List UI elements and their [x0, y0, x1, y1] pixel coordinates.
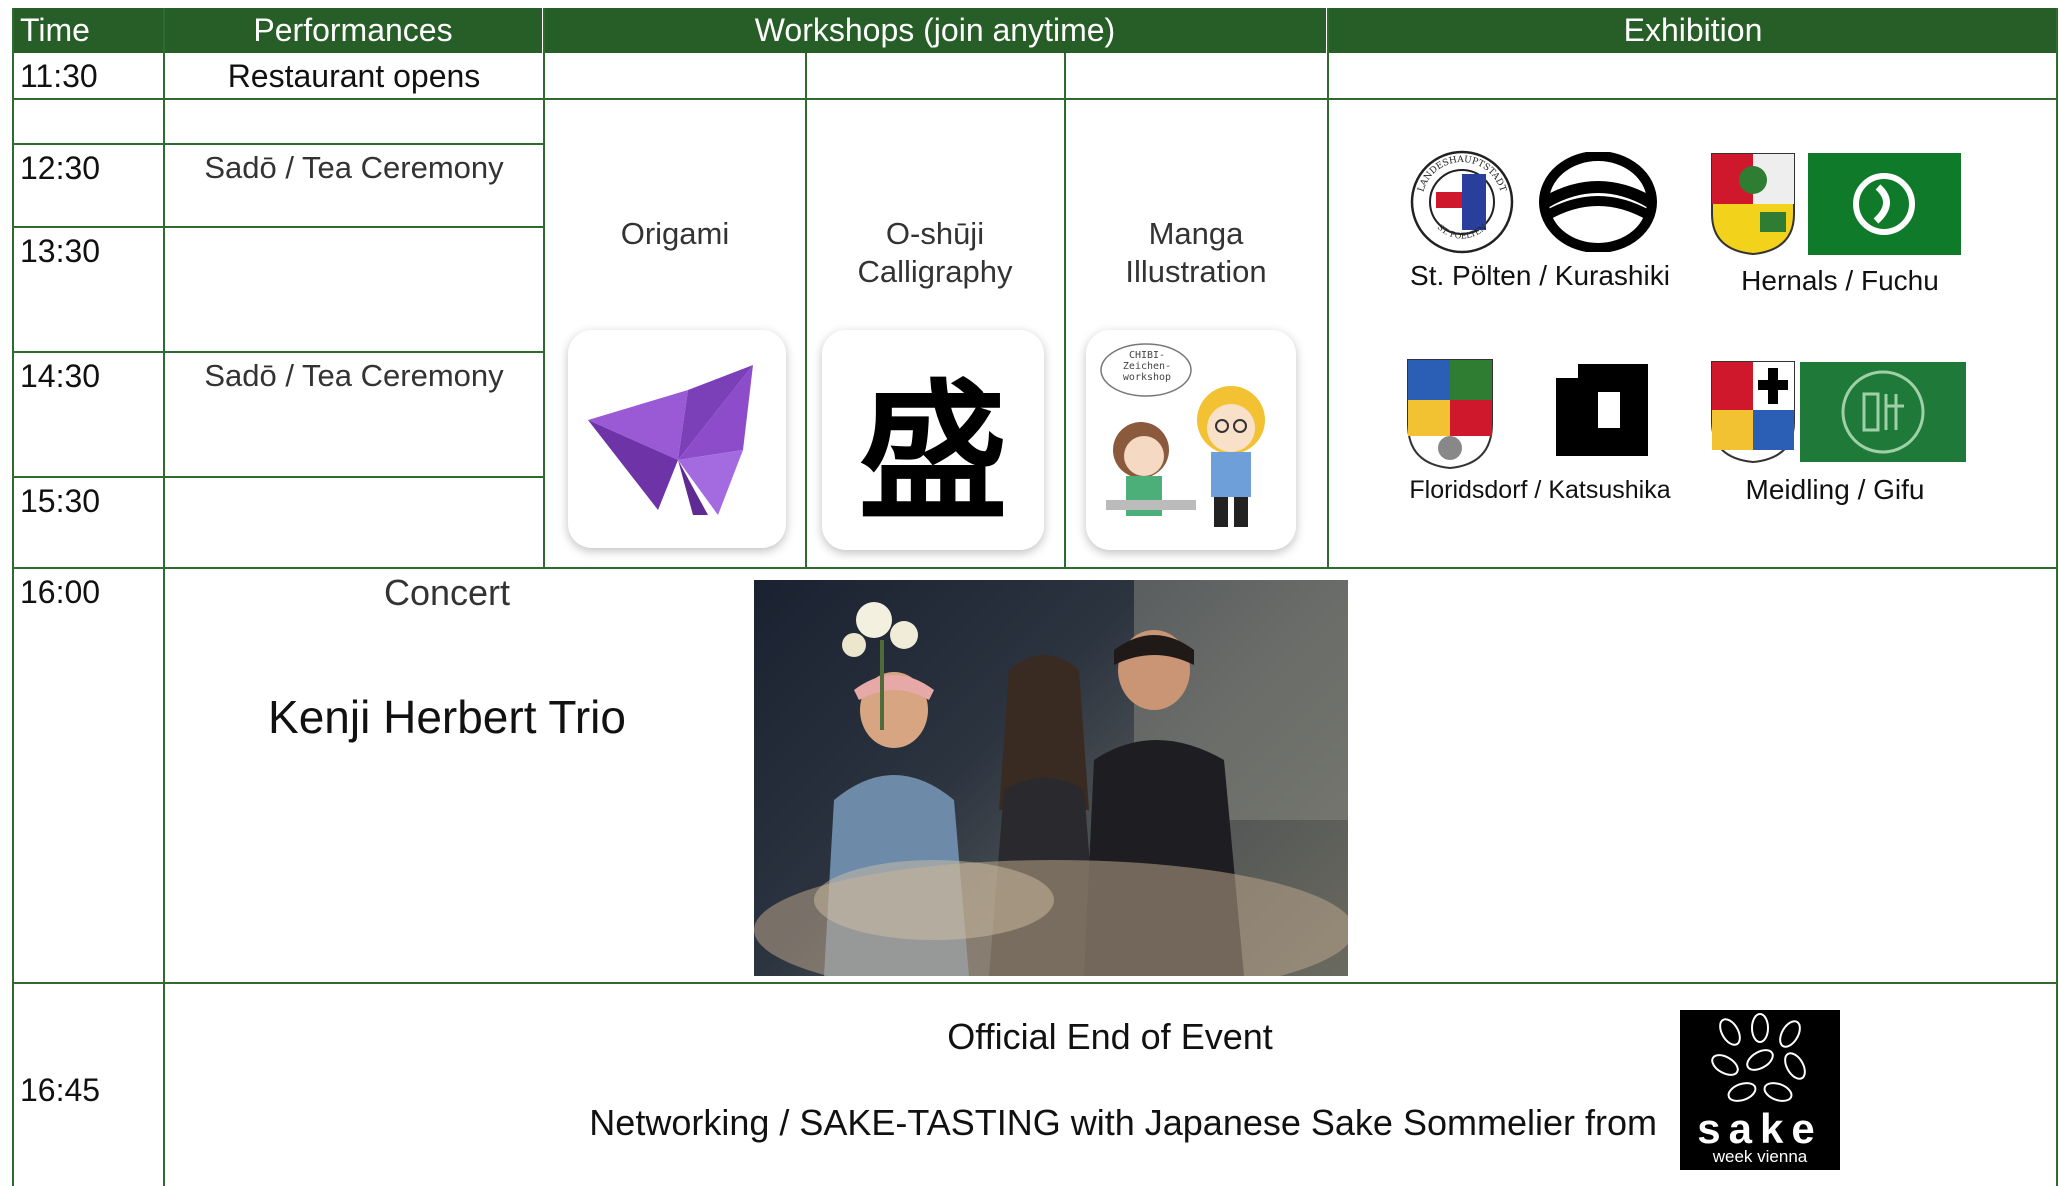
grid-ws-ex-divider	[1327, 8, 1329, 568]
workshop-manga-title: Manga Illustration	[1065, 215, 1327, 291]
origami-butterfly-icon	[588, 365, 753, 515]
concert-label: Concert	[383, 572, 511, 613]
workshop-origami-title: Origami	[545, 215, 805, 253]
rice-grains-icon	[1711, 1013, 1806, 1102]
workshop-manga-label-2: Illustration	[1125, 254, 1267, 289]
time-1130: 11:30	[20, 58, 98, 94]
fuchu-flag-icon	[1808, 153, 1961, 255]
grid-ws1-divider	[805, 53, 807, 568]
grid-row-1600-bottom	[12, 982, 2058, 984]
katsushika-mark-icon	[1556, 364, 1648, 456]
exhibition-pair-floridsdorf-katsushika: Floridsdorf / Katsushika	[1409, 476, 1671, 504]
grid-right-border	[2056, 8, 2058, 1186]
workshop-calligraphy-title: O-shūji Calligraphy	[806, 215, 1064, 291]
time-1430: 14:30	[20, 358, 101, 394]
header-workshops: Workshops (join anytime)	[544, 8, 1326, 53]
grid-row-1530-bottom	[12, 567, 2058, 569]
manga-card: CHIBI- Zeichen- workshop	[1086, 330, 1296, 550]
official-end-of-event: Official End of Event	[947, 1016, 1273, 1057]
exhibition-pair-st-poelten-kurashiki: St. Pölten / Kurashiki	[1410, 260, 1670, 291]
manga-note-line-3: workshop	[1122, 372, 1172, 383]
perf-tea-ceremony-1: Sadō / Tea Ceremony	[204, 150, 504, 185]
origami-card	[568, 330, 786, 548]
sake-week-vienna-logo: sake week vienna	[1680, 1010, 1840, 1170]
gifu-flag-icon	[1800, 362, 1966, 462]
header-workshops-label: Workshops (join anytime)	[754, 12, 1116, 48]
workshop-manga-label-1: Manga	[1148, 216, 1244, 251]
grid-row-1130-bottom	[12, 98, 2058, 100]
grid-row-1430-bottom	[12, 476, 544, 478]
calligraphy-glyph: 盛	[857, 366, 1008, 541]
concert-band-photo	[754, 580, 1348, 976]
sponsor-sub-text: week vienna	[1712, 1147, 1808, 1166]
manga-bubble-text: CHIBI- Zeichen- workshop	[1110, 350, 1184, 383]
networking-sake-tasting: Networking / SAKE-TASTING with Japanese …	[589, 1102, 1657, 1143]
grid-ws2-divider	[1064, 53, 1066, 568]
header-time-label: Time	[20, 12, 90, 48]
time-1530: 15:30	[20, 483, 101, 519]
workshop-calligraphy-label-1: O-shūji	[885, 216, 985, 251]
manga-note-line-2: Zeichen-	[1122, 361, 1172, 372]
grid-left-border	[12, 8, 14, 1186]
sponsor-main-text: sake	[1697, 1105, 1823, 1152]
perf-restaurant-opens: Restaurant opens	[227, 58, 481, 94]
header-performances: Performances	[164, 8, 542, 53]
grid-row-blank-bottom	[12, 143, 544, 145]
time-1230: 12:30	[20, 150, 101, 186]
concert-artist: Kenji Herbert Trio	[268, 691, 626, 743]
workshop-calligraphy-label-2: Calligraphy	[857, 254, 1013, 289]
st-poelten-seal-icon: LANDESHAUPTSTADT ST. POELTEN	[1410, 150, 1514, 254]
hernals-coat-of-arms-icon	[1710, 152, 1796, 256]
meidling-coat-of-arms-icon	[1710, 360, 1796, 464]
perf-tea-ceremony-2: Sadō / Tea Ceremony	[204, 358, 504, 393]
workshop-origami-label: Origami	[620, 216, 730, 251]
time-1645: 16:45	[20, 1072, 101, 1108]
header-performances-label: Performances	[253, 12, 453, 48]
floridsdorf-coat-of-arms-icon	[1406, 358, 1494, 470]
time-1600: 16:00	[20, 574, 101, 610]
grid-row-1230-bottom	[12, 226, 544, 228]
calligraphy-card: 盛	[822, 330, 1044, 550]
header-exhibition-label: Exhibition	[1623, 12, 1763, 48]
grid-row-1330-bottom	[12, 351, 544, 353]
manga-note-line-1: CHIBI-	[1128, 350, 1166, 361]
time-1330: 13:30	[20, 233, 101, 269]
exhibition-pair-hernals-fuchu: Hernals / Fuchu	[1741, 265, 1939, 296]
header-time: Time	[12, 8, 170, 53]
header-exhibition: Exhibition	[1328, 8, 2058, 53]
exhibition-pair-meidling-gifu: Meidling / Gifu	[1745, 474, 1925, 505]
kurashiki-mark-icon	[1538, 151, 1658, 253]
grid-perf-divider	[543, 8, 545, 568]
